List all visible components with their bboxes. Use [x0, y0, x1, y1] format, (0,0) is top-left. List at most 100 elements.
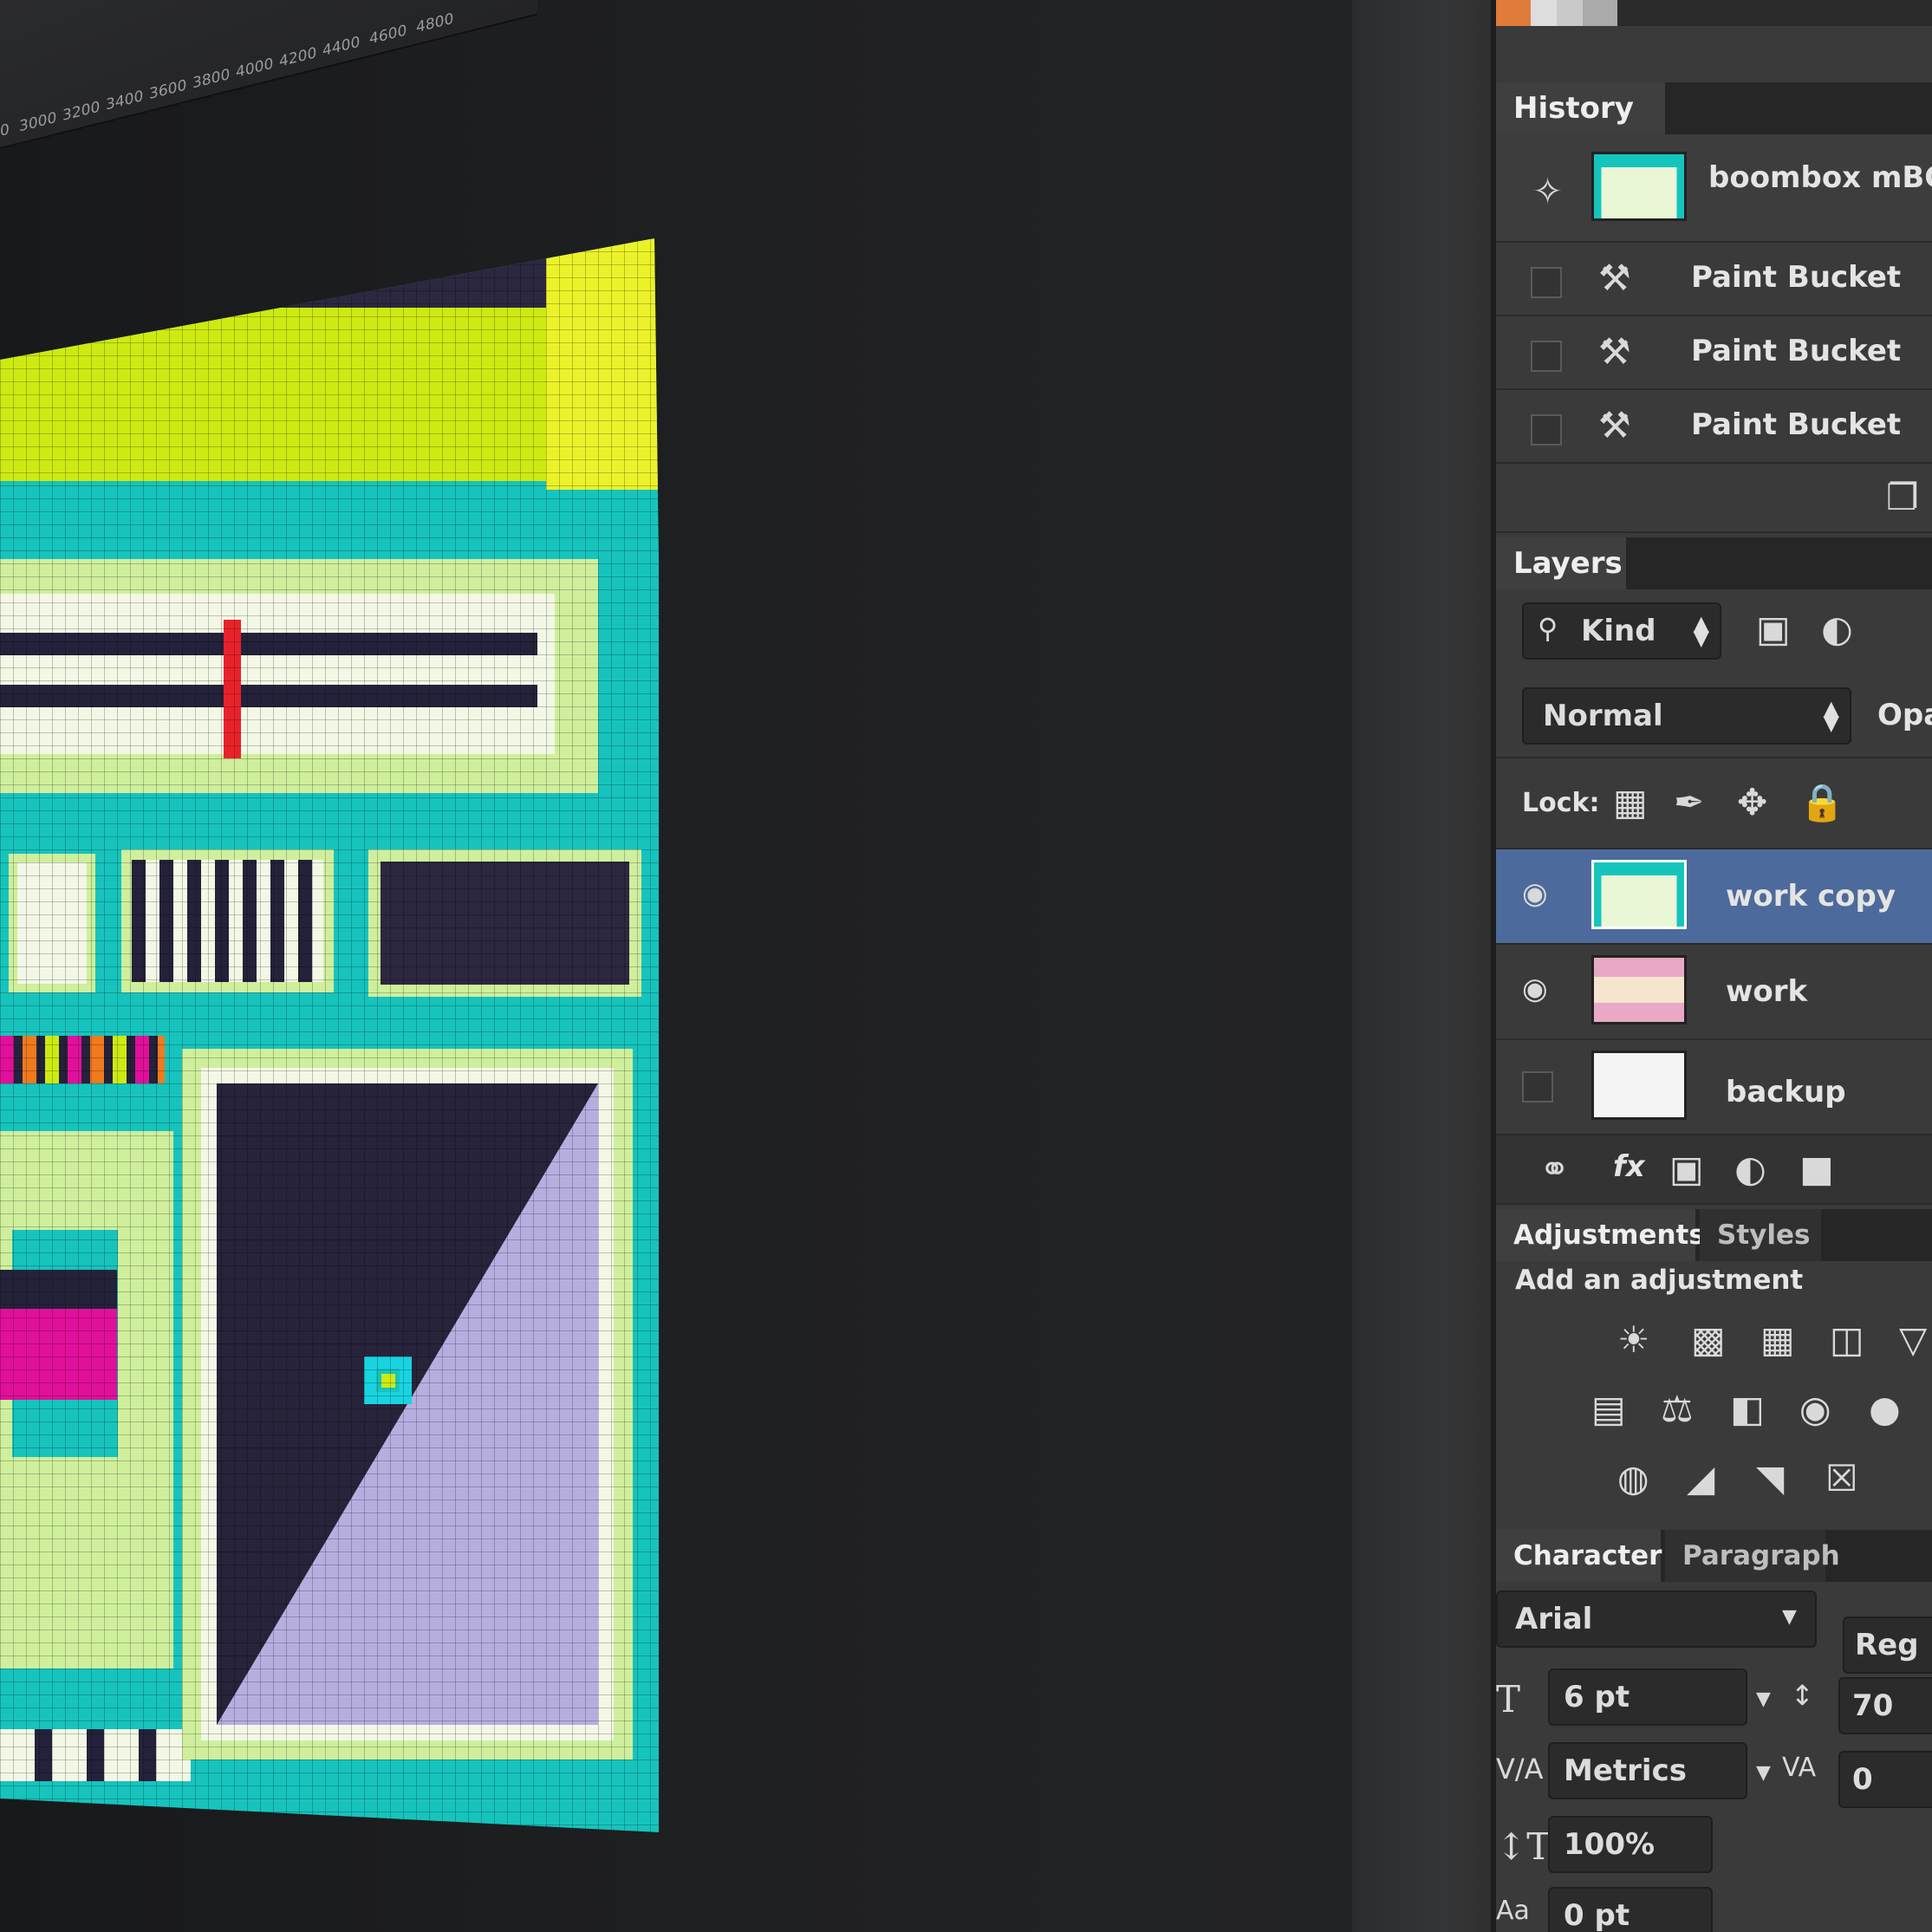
tab-character[interactable]: Character: [1496, 1530, 1662, 1582]
layer-style-fx-button[interactable]: fx: [1613, 1149, 1645, 1184]
ruler-tick: 3200: [62, 98, 101, 126]
history-item[interactable]: ⚒ Paint Bucket: [1496, 390, 1932, 464]
new-group-folder-icon[interactable]: ■: [1799, 1151, 1834, 1187]
layer-kind-filter[interactable]: ⚲ Kind ▲ ▼: [1522, 602, 1721, 660]
tab-history[interactable]: History: [1496, 82, 1665, 134]
art-yellow-corner: [546, 238, 659, 490]
chevron-down-icon[interactable]: ▼: [1756, 1690, 1771, 1709]
baseline-shift-value: 0 pt: [1564, 1898, 1630, 1932]
history-item-label: Paint Bucket: [1691, 260, 1902, 295]
invert-icon[interactable]: ◍: [1617, 1460, 1649, 1497]
tab-styles[interactable]: Styles: [1700, 1209, 1821, 1261]
chevron-down-icon[interactable]: ▼: [1756, 1764, 1771, 1783]
leading-field[interactable]: 70: [1838, 1677, 1932, 1734]
blend-mode-select[interactable]: Normal ▲ ▼: [1522, 687, 1851, 745]
add-mask-icon[interactable]: ▣: [1669, 1151, 1704, 1187]
tab-adjustments[interactable]: Adjustments: [1496, 1209, 1705, 1261]
curves-icon[interactable]: ▦: [1760, 1322, 1795, 1358]
layer-name: work copy: [1726, 879, 1896, 914]
history-item[interactable]: ⚒ Paint Bucket: [1496, 243, 1932, 316]
tracking-value: 0: [1852, 1762, 1873, 1797]
history-item[interactable]: ⚒ Paint Bucket: [1496, 316, 1932, 390]
history-brush-icon[interactable]: ✧: [1532, 173, 1563, 210]
font-family-select[interactable]: Arial: [1496, 1590, 1817, 1648]
lock-transparent-pixels-icon[interactable]: ▦: [1613, 784, 1648, 821]
font-style-select[interactable]: Reg: [1843, 1617, 1932, 1674]
layer-row[interactable]: ◉ work copy: [1496, 849, 1932, 945]
art-speaker-pixel-center: [381, 1374, 395, 1388]
gradient-map-icon[interactable]: ☒: [1825, 1460, 1858, 1497]
history-item-checkbox[interactable]: [1531, 267, 1562, 298]
art-tuner-stripe: [0, 685, 537, 707]
layers-lock-row: Lock: ▦ ✒ ✥ 🔒: [1496, 758, 1932, 849]
baseline-shift-field[interactable]: 0 pt: [1548, 1887, 1713, 1932]
color-balance-icon[interactable]: ⚖: [1661, 1391, 1694, 1428]
layers-tab-bar: Layers: [1496, 537, 1932, 589]
hue-saturation-icon[interactable]: ▤: [1591, 1391, 1626, 1428]
posterize-icon[interactable]: ◢: [1687, 1460, 1714, 1497]
tab-paragraph[interactable]: Paragraph: [1665, 1530, 1840, 1582]
pixel-layer-filter-icon[interactable]: ▣: [1756, 611, 1791, 647]
threshold-icon[interactable]: ◥: [1756, 1460, 1784, 1497]
exposure-icon[interactable]: ◫: [1830, 1322, 1864, 1358]
font-size-icon: T: [1496, 1678, 1521, 1721]
history-snapshot-row[interactable]: ✧ boombox mBG 1: [1496, 134, 1932, 243]
pixel-art-boombox-canvas[interactable]: [0, 238, 659, 1833]
layers-blend-row: Normal ▲▼ Opa: [1496, 672, 1932, 758]
tab-styles-label: Styles: [1717, 1220, 1811, 1251]
baseline-shift-icon: Aa: [1496, 1896, 1530, 1926]
art-lime-band: [0, 308, 546, 481]
tab-paragraph-label: Paragraph: [1682, 1540, 1840, 1571]
ruler-tick: 3600: [149, 76, 187, 104]
tracking-field[interactable]: 0: [1838, 1751, 1932, 1808]
eye-icon[interactable]: ◉: [1522, 974, 1548, 1004]
brightness-contrast-icon[interactable]: ☀: [1617, 1322, 1650, 1358]
channel-mixer-icon[interactable]: ●: [1869, 1391, 1901, 1428]
history-item-label: Paint Bucket: [1691, 407, 1902, 442]
black-white-icon[interactable]: ◧: [1730, 1391, 1765, 1428]
art-tuner-stripe: [0, 633, 537, 655]
adjustment-layer-filter-icon[interactable]: ◐: [1821, 611, 1853, 647]
levels-icon[interactable]: ▩: [1691, 1322, 1726, 1358]
font-size-field[interactable]: 6 pt: [1548, 1669, 1747, 1726]
new-document-from-state-icon[interactable]: ❐: [1886, 479, 1919, 516]
lock-image-pixels-icon[interactable]: ✒: [1674, 784, 1704, 821]
canvas-workspace[interactable]: 0 3000 3200 3400 3600 3800 4000 4200 440…: [0, 0, 1352, 1932]
layer-row[interactable]: ◉ work: [1496, 945, 1932, 1040]
vertical-scale-field[interactable]: 100%: [1548, 1816, 1713, 1873]
history-item-checkbox[interactable]: [1531, 414, 1562, 446]
layers-footer: ⚭ fx ▣ ◐ ■: [1496, 1135, 1932, 1205]
vibrance-icon[interactable]: ▽: [1899, 1322, 1927, 1358]
adjustments-body: Add an adjustment ☀ ▩ ▦ ◫ ▽ ▤ ⚖ ◧ ◉ ● ◍ …: [1496, 1261, 1932, 1521]
layer-thumbnail: [1591, 860, 1687, 929]
character-tab-bar: Character Paragraph: [1496, 1530, 1932, 1582]
ruler-tick: 4400: [322, 33, 361, 61]
layer-thumbnail: [1591, 1051, 1687, 1120]
art-color-dots: [0, 1036, 165, 1083]
layer-name: backup: [1726, 1075, 1846, 1109]
layer-row[interactable]: backup: [1496, 1040, 1932, 1135]
snapshot-thumbnail: [1591, 152, 1687, 221]
history-item-checkbox[interactable]: [1531, 341, 1562, 372]
layer-thumbnail: [1591, 955, 1687, 1025]
art-cassette-tape: [0, 1270, 117, 1400]
kerning-value: Metrics: [1564, 1753, 1687, 1788]
new-adjustment-layer-icon[interactable]: ◐: [1734, 1151, 1766, 1187]
tab-adjustments-label: Adjustments: [1513, 1220, 1705, 1251]
vertical-scale-icon: ↕T: [1496, 1825, 1551, 1868]
tab-layers[interactable]: Layers: [1496, 537, 1626, 589]
eye-icon[interactable]: ◉: [1522, 879, 1548, 908]
kerning-field[interactable]: Metrics: [1548, 1742, 1747, 1799]
ruler-tick: 4800: [416, 10, 454, 37]
blend-mode-value: Normal: [1543, 699, 1663, 733]
lock-all-icon[interactable]: 🔒: [1799, 784, 1844, 821]
art-bottom-keys: [0, 1729, 191, 1781]
chevron-down-icon[interactable]: ▼: [1782, 1608, 1797, 1627]
ruler-tick: 3800: [192, 65, 231, 93]
lock-position-icon[interactable]: ✥: [1737, 784, 1767, 821]
visibility-checkbox[interactable]: [1522, 1071, 1553, 1103]
art-display: [368, 849, 641, 997]
ruler-tick: 4600: [369, 21, 407, 49]
photo-filter-icon[interactable]: ◉: [1799, 1391, 1831, 1428]
link-layers-icon[interactable]: ⚭: [1539, 1151, 1570, 1187]
